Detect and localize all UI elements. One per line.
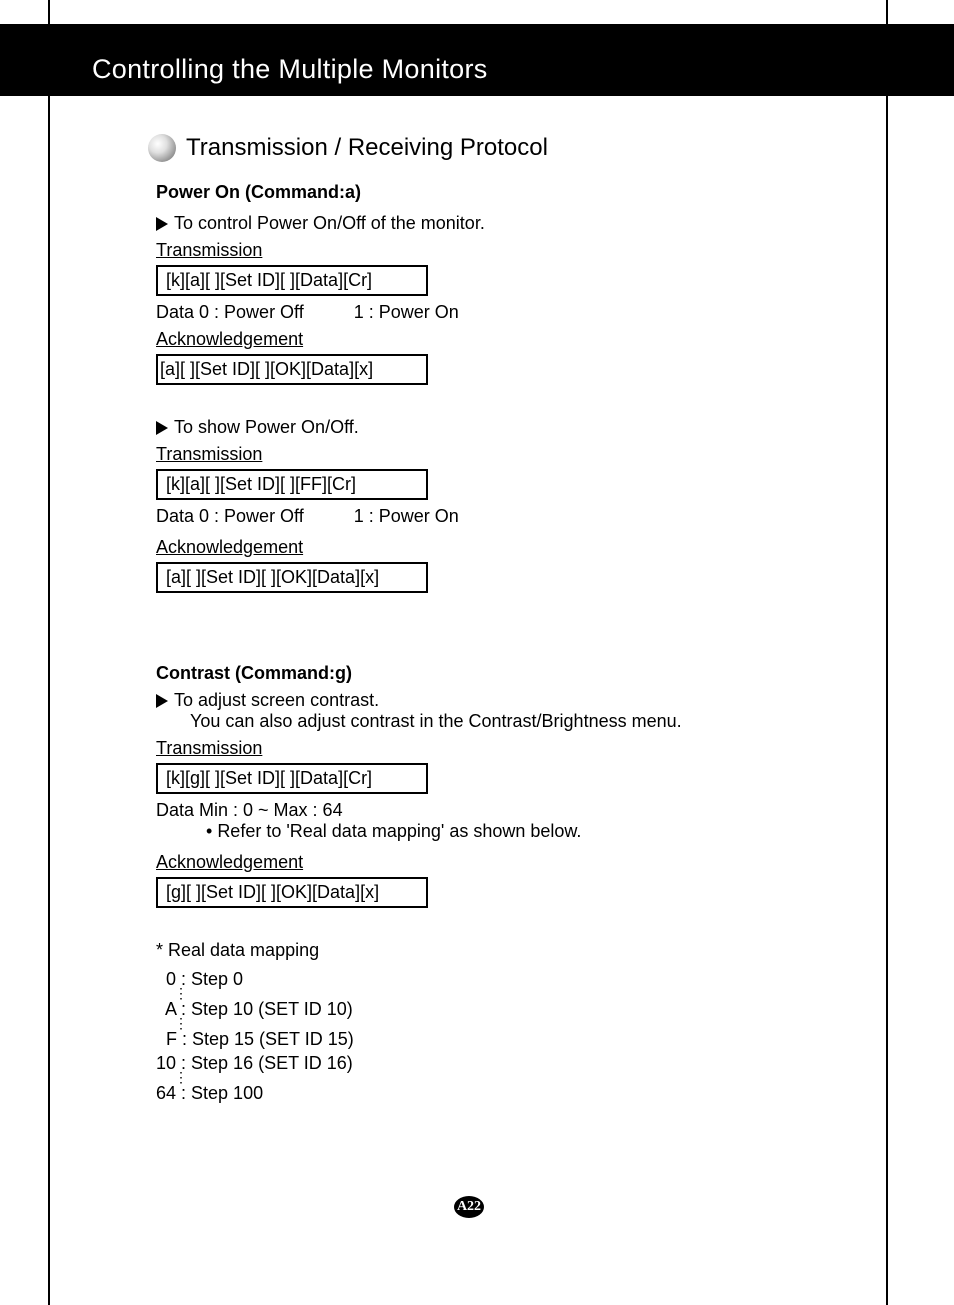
power-desc-2: To show Power On/Off. bbox=[156, 417, 856, 438]
contrast-heading: Contrast (Command:g) bbox=[156, 663, 856, 684]
mapping-line-3: F : Step 15 (SET ID 15) bbox=[156, 1027, 856, 1051]
arrow-right-icon bbox=[156, 694, 168, 708]
power-tx-box-2: [k][a][ ][Set ID][ ][FF][Cr] bbox=[156, 469, 428, 500]
contrast-desc-1-text: To adjust screen contrast. bbox=[174, 690, 379, 710]
contrast-ack-label: Acknowledgement bbox=[156, 852, 856, 873]
power-desc-2-text: To show Power On/Off. bbox=[174, 417, 359, 437]
mapping-line-5: 64 : Step 100 bbox=[156, 1081, 856, 1105]
power-ack-box-1: [a][ ][Set ID][ ][OK][Data][x] bbox=[156, 354, 428, 385]
mapping-list: 0 : Step 0 ⋮ A : Step 10 (SET ID 10) ⋮ F… bbox=[156, 967, 856, 1105]
mapping-line-1: 0 : Step 0 bbox=[156, 967, 856, 991]
contrast-desc-1: To adjust screen contrast. bbox=[156, 690, 856, 711]
power-data-line-1: Data 0 : Power Off 1 : Power On bbox=[156, 302, 856, 323]
acknowledgement-label-2: Acknowledgement bbox=[156, 537, 856, 558]
transmission-label-2: Transmission bbox=[156, 444, 856, 465]
power-ack-box-2: [a][ ][Set ID][ ][OK][Data][x] bbox=[156, 562, 428, 593]
contrast-tx-label: Transmission bbox=[156, 738, 856, 759]
bullet-icon bbox=[206, 821, 217, 841]
mapping-line-4: 10 : Step 16 (SET ID 16) bbox=[156, 1051, 856, 1075]
header-title: Controlling the Multiple Monitors bbox=[92, 54, 488, 85]
contrast-desc-2: You can also adjust contrast in the Cont… bbox=[156, 711, 856, 732]
power-desc-1: To control Power On/Off of the monitor. bbox=[156, 213, 856, 234]
section-title: Transmission / Receiving Protocol bbox=[186, 134, 548, 162]
power-heading: Power On (Command:a) bbox=[156, 182, 856, 203]
content-area: Power On (Command:a) To control Power On… bbox=[156, 182, 856, 1105]
contrast-data-line: Data Min : 0 ~ Max : 64 bbox=[156, 800, 856, 821]
bullet-sphere-icon bbox=[148, 134, 176, 162]
contrast-ack-box: [g][ ][Set ID][ ][OK][Data][x] bbox=[156, 877, 428, 908]
arrow-right-icon bbox=[156, 421, 168, 435]
power-tx-box-1: [k][a][ ][Set ID][ ][Data][Cr] bbox=[156, 265, 428, 296]
transmission-label: Transmission bbox=[156, 240, 856, 261]
acknowledgement-label: Acknowledgement bbox=[156, 329, 856, 350]
mapping-line-2: A : Step 10 (SET ID 10) bbox=[156, 997, 856, 1021]
contrast-tx-box: [k][g][ ][Set ID][ ][Data][Cr] bbox=[156, 763, 428, 794]
power-desc-1-text: To control Power On/Off of the monitor. bbox=[174, 213, 485, 233]
mapping-title: * Real data mapping bbox=[156, 940, 856, 961]
power-data-line-2: Data 0 : Power Off 1 : Power On bbox=[156, 506, 856, 527]
arrow-right-icon bbox=[156, 217, 168, 231]
contrast-refer-text: Refer to 'Real data mapping' as shown be… bbox=[217, 821, 581, 841]
page-number: A22 bbox=[454, 1196, 484, 1218]
contrast-refer-line: Refer to 'Real data mapping' as shown be… bbox=[156, 821, 856, 842]
